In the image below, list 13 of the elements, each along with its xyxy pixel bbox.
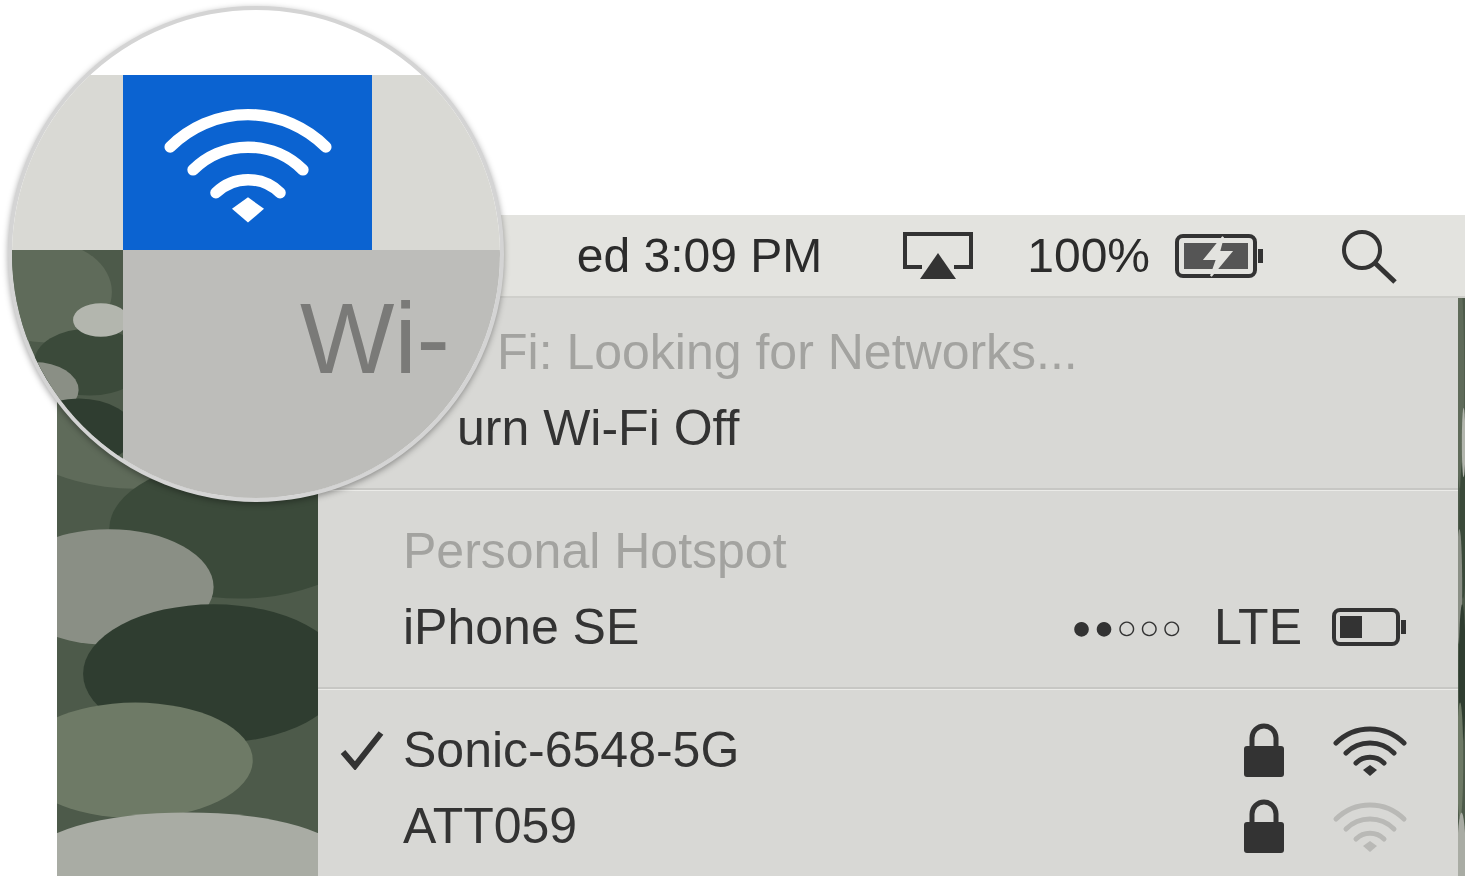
- battery-charging-icon[interactable]: [1175, 232, 1265, 279]
- battery-percentage[interactable]: 100%: [1027, 219, 1150, 292]
- network-type: LTE: [1214, 597, 1302, 657]
- wifi-status-button[interactable]: [123, 75, 372, 250]
- network-item[interactable]: ATT059: [318, 788, 1458, 864]
- network-item[interactable]: Sonic-6548-5G: [318, 712, 1458, 788]
- hotspot-item[interactable]: iPhone SE ●●○○○ LTE: [318, 589, 1458, 665]
- signal-dots: ●●○○○: [1071, 606, 1184, 648]
- airplay-icon[interactable]: [902, 230, 975, 281]
- battery-icon: [1332, 607, 1408, 647]
- search-icon[interactable]: [1340, 227, 1398, 284]
- clock[interactable]: ed 3:09 PM: [576, 219, 823, 292]
- magnified-title: Wi-: [300, 282, 450, 394]
